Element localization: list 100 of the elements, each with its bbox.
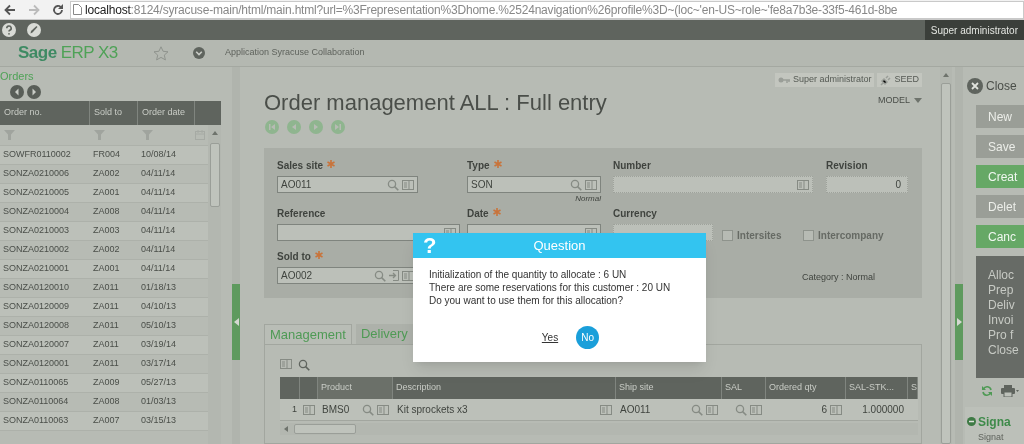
table-cell-text: 04/10/13 [140,300,178,314]
detail-icon[interactable] [706,404,718,415]
menu-item[interactable]: Prep [988,283,1024,298]
search-icon[interactable] [570,178,582,191]
table-cell-text: SONZA0120007 [2,338,71,352]
detail-icon[interactable] [402,179,414,190]
next-record-icon[interactable] [309,120,323,134]
help-icon[interactable] [2,23,16,37]
application-title: Application Syracuse Collaboration [225,46,365,60]
back-arrow-icon[interactable] [4,3,16,16]
yes-link[interactable]: Yes [541,330,559,345]
required-asterisk-icon [492,208,501,216]
scroll-up-icon[interactable] [211,131,218,135]
arrow-icon[interactable] [389,270,399,281]
search-icon[interactable] [374,269,386,282]
column-header[interactable]: Order date [138,101,195,125]
scrollbar[interactable] [940,67,952,444]
previous-record-icon[interactable] [287,120,301,134]
scrollbar-thumb[interactable] [209,143,220,207]
dropdown-icon[interactable] [193,47,205,59]
detail-icon[interactable] [402,270,414,281]
input-field[interactable]: AO011 [277,176,418,193]
table-cell-text: SONZA0110063 [2,414,70,428]
search-icon[interactable] [362,403,374,416]
scrollbar[interactable] [280,423,918,435]
table-cell-text: BMS0 [322,403,351,417]
table-cell-text: ZA011 [92,300,120,314]
column-header[interactable]: Product [318,377,393,399]
checkbox[interactable] [803,230,814,241]
first-record-icon[interactable] [265,120,279,134]
field-label: Currency [613,208,657,220]
splitter-handle[interactable] [955,284,963,360]
required-asterisk-icon [493,160,502,168]
splitter-handle[interactable] [232,284,240,360]
required-asterisk-icon [314,251,323,259]
table-cell-text: 03/17/14 [140,357,178,371]
close-button[interactable]: Close [967,77,1024,95]
input-field[interactable]: SON [467,176,601,193]
previous-icon[interactable] [10,85,24,99]
table-cell-text: 05/10/13 [140,319,178,333]
table-cell-text: ZA009 [92,376,121,390]
table-cell-text: SONZA0110065 [2,376,70,390]
field-hint: Normal [574,194,601,204]
brush-icon[interactable] [27,23,41,37]
table-cell-text: ZA001 [92,262,121,276]
scrollbar-thumb[interactable] [941,83,951,444]
field-label: Date [467,208,489,220]
table-cell-text: 04/11/14 [140,262,177,276]
detail-icon[interactable] [303,404,315,415]
section-title[interactable]: Signa [978,412,1011,431]
detail-icon[interactable] [280,359,292,369]
search-icon[interactable] [735,403,747,416]
search-icon[interactable] [691,403,703,416]
field-label: Type [467,160,490,172]
table-cell-text: 04/11/14 [140,205,177,219]
collapse-icon[interactable] [967,417,976,426]
scrollbar-thumb[interactable] [294,424,356,434]
scrollbar[interactable] [208,125,221,444]
action-button[interactable]: Canc [976,225,1024,248]
star-icon[interactable] [153,45,169,61]
action-button[interactable]: Creat [976,165,1024,188]
menu-item[interactable]: Invoi [988,313,1024,328]
detail-icon[interactable] [750,404,762,415]
next-icon[interactable] [27,85,41,99]
field-label: Sold to [277,251,311,263]
endpoint-badge[interactable]: SEED [877,73,922,87]
menu-item[interactable]: Alloc [988,268,1024,283]
checkbox[interactable] [722,230,733,241]
printer-icon[interactable] [1001,385,1019,398]
no-button[interactable]: No [576,326,600,349]
last-record-icon[interactable] [331,120,345,134]
scroll-left-icon[interactable] [284,426,288,432]
search-icon[interactable] [298,359,310,371]
table-cell-text: SONZA0210002 [2,243,71,257]
dialog-message: Initialization of the quantity to allocate : 6 UN [429,268,628,281]
detail-icon[interactable] [585,179,597,190]
scroll-up-icon[interactable] [943,73,949,77]
table-cell-text: SONZA0210001 [2,262,71,276]
user-badge[interactable]: Super administrator [774,73,875,87]
reload-icon[interactable] [52,3,64,16]
menu-item[interactable]: Deliv [988,298,1024,313]
menu-item[interactable]: Pro f [988,328,1024,343]
detail-icon[interactable] [830,404,842,415]
category-text: Category : Normal [802,271,877,284]
search-icon[interactable] [387,178,399,191]
detail-icon[interactable] [377,404,389,415]
logo: Sage ERP X3 [18,42,119,65]
table-cell-text: SONZA0120009 [2,300,71,314]
detail-icon[interactable] [600,404,612,415]
column-header[interactable]: Sold to [90,101,138,125]
menu-item[interactable]: Close [988,343,1024,358]
table-cell-text: ZA002 [92,243,121,257]
question-mark: ? [422,233,438,258]
table-cell-text: SONZA0120010 [2,281,71,295]
model-menu[interactable]: MODEL [878,94,922,108]
table-cell-text: SONZA0110064 [2,395,70,409]
forward-arrow-icon[interactable] [28,3,40,16]
column-header[interactable]: Order no. [0,101,90,125]
user-menu[interactable]: Super administrator [924,20,1024,40]
refresh-icon[interactable] [981,385,993,398]
